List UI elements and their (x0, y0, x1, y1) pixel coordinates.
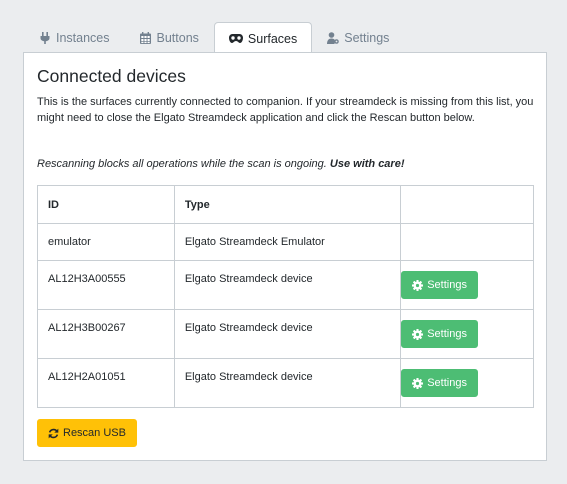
rescan-usb-button[interactable]: Rescan USB (37, 419, 137, 447)
device-settings-button[interactable]: Settings (401, 271, 478, 299)
nav-tabs: Instances Buttons Surfaces Settings (24, 21, 547, 54)
description-text: This is the surfaces currently connected… (37, 96, 534, 124)
device-id: emulator (37, 223, 175, 261)
warning-emphasis: Use with care! (329, 158, 405, 170)
button-label: Settings (427, 279, 467, 291)
gear-icon (412, 328, 424, 340)
table-header-row: ID Type (37, 185, 534, 224)
warning-text: Rescanning blocks all operations while t… (37, 158, 327, 170)
column-header-actions (400, 185, 534, 224)
column-header-type: Type (173, 185, 402, 224)
gear-icon (412, 377, 424, 389)
tab-label: Surfaces (247, 31, 298, 46)
user-cog-icon (327, 32, 340, 44)
device-settings-button[interactable]: Settings (401, 369, 478, 397)
refresh-icon (48, 428, 59, 439)
rescan-warning: Rescanning blocks all operations while t… (37, 156, 535, 172)
tab-buttons[interactable]: Buttons (125, 22, 214, 53)
gear-icon (412, 279, 424, 291)
page-title: Connected devices (37, 66, 186, 86)
tab-surfaces[interactable]: Surfaces (213, 22, 313, 54)
table-row: AL12H3A00555 Elgato Streamdeck device Se… (37, 260, 534, 310)
button-label: Settings (427, 328, 467, 340)
device-actions: Settings (400, 309, 534, 359)
device-actions: Settings (400, 260, 534, 310)
tab-instances[interactable]: Instances (24, 22, 125, 53)
table-row: emulator Elgato Streamdeck Emulator (37, 223, 534, 261)
device-type: Elgato Streamdeck device (173, 309, 402, 359)
button-label: Rescan USB (63, 427, 126, 439)
table-row: AL12H2A01051 Elgato Streamdeck device Se… (37, 358, 534, 408)
device-id: AL12H3A00555 (37, 260, 175, 310)
tab-label: Buttons (156, 31, 199, 45)
device-actions (400, 223, 534, 261)
button-label: Settings (427, 377, 467, 389)
calendar-grid-icon (140, 32, 152, 44)
table-row: AL12H3B00267 Elgato Streamdeck device Se… (37, 309, 534, 359)
device-settings-button[interactable]: Settings (401, 320, 478, 348)
column-header-id: ID (37, 185, 175, 224)
devices-table: ID Type emulator Elgato Streamdeck Emula… (37, 185, 534, 408)
tab-label: Instances (56, 31, 110, 45)
device-id: AL12H3B00267 (37, 309, 175, 359)
device-type: Elgato Streamdeck device (173, 358, 402, 408)
device-type: Elgato Streamdeck Emulator (173, 223, 402, 261)
device-actions: Settings (400, 358, 534, 408)
device-type: Elgato Streamdeck device (173, 260, 402, 310)
tab-settings[interactable]: Settings (312, 22, 404, 53)
surfaces-panel: Connected devices This is the surfaces c… (23, 52, 547, 461)
gamepad-icon (228, 33, 243, 45)
device-id: AL12H2A01051 (37, 358, 175, 408)
tab-label: Settings (344, 31, 390, 45)
plug-icon (39, 32, 51, 44)
